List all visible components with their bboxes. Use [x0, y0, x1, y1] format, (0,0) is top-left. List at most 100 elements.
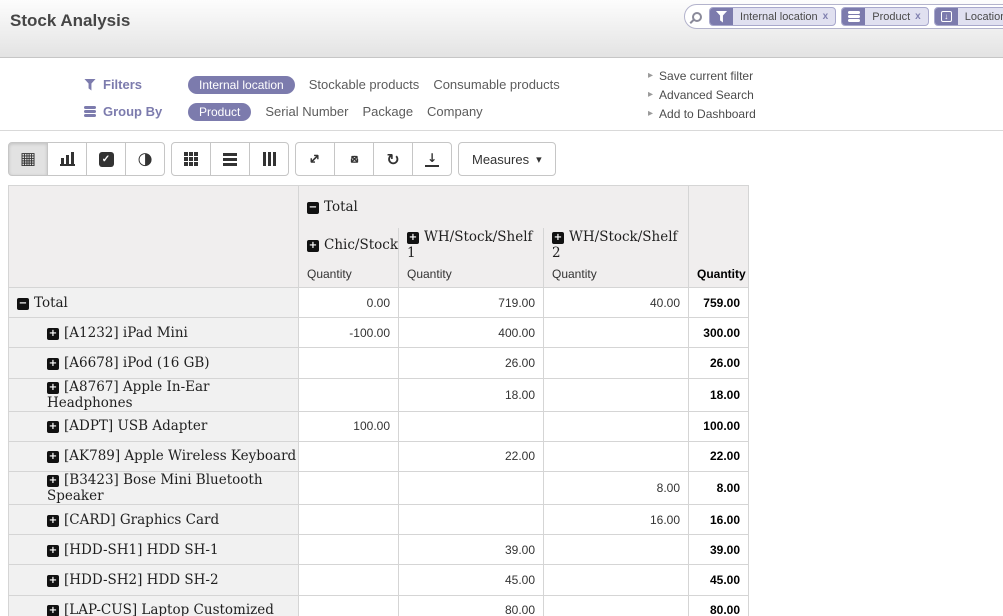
filters-label: Filters: [84, 77, 188, 92]
expand-icon[interactable]: +: [47, 545, 59, 557]
check-square-icon: ✓: [99, 152, 114, 167]
pivot-col-header-wh-stock-shelf-1[interactable]: +WH/Stock/Shelf 1: [399, 228, 544, 262]
expand-icon[interactable]: +: [307, 240, 319, 252]
group-by-icon: [848, 11, 860, 14]
facet-label: Internal locationx: [733, 8, 835, 25]
pivot-cell: 0.00: [299, 288, 399, 318]
pivot-row-header-ak789-apple-wireless-keyboard[interactable]: +[AK789] Apple Wireless Keyboard: [9, 441, 299, 471]
pivot-row-header-a1232-ipad-mini[interactable]: +[A1232] iPad Mini: [9, 318, 299, 348]
bar-chart-icon: [60, 152, 75, 166]
pivot-row-header-hdd-sh2-hdd-sh-2[interactable]: +[HDD-SH2] HDD SH-2: [9, 565, 299, 595]
top-bar: Stock Analysis Internal locationxProduct…: [0, 0, 1003, 58]
search-facets: Internal locationx Productx ↓Locationx: [709, 7, 1003, 26]
search-facet-product[interactable]: Productx: [841, 7, 928, 26]
pivot-row-header-a8767-apple-in-ear-headphones[interactable]: +[A8767] Apple In-Ear Headphones: [9, 378, 299, 411]
horizontal-lines-icon: [223, 153, 237, 166]
search-facet-location[interactable]: ↓Locationx: [934, 7, 1003, 26]
expand-icon[interactable]: +: [47, 605, 59, 616]
measures-group: Measures ▾: [458, 142, 556, 176]
download-button[interactable]: ↓: [412, 142, 452, 176]
check-square-button[interactable]: ✓: [86, 142, 126, 176]
pivot-total-cell: 100.00: [689, 411, 749, 441]
pivot-col-header-wh-stock-shelf-2[interactable]: +WH/Stock/Shelf 2: [544, 228, 689, 262]
pivot-cell: [544, 535, 689, 565]
arrows-alt-icon: ↔↔: [346, 151, 363, 168]
pivot-cell: [544, 565, 689, 595]
pivot-row-header-total[interactable]: −Total: [9, 288, 299, 318]
triangle-bullet-icon: ▸: [648, 89, 653, 100]
pivot-row-header-b3423-bose-mini-bluetooth-speaker[interactable]: +[B3423] Bose Mini Bluetooth Speaker: [9, 471, 299, 504]
filter-item-stockable-products[interactable]: Stockable products: [309, 77, 420, 92]
pivot-row-hdd-sh1-hdd-sh-1: +[HDD-SH1] HDD SH-139.0039.00: [9, 535, 749, 565]
pivot-cell: [299, 565, 399, 595]
expand-all-button[interactable]: ↔↔: [334, 142, 374, 176]
expand-icon[interactable]: +: [407, 232, 419, 244]
pivot-view-button[interactable]: ▦: [8, 142, 48, 176]
expand-icon[interactable]: +: [47, 358, 59, 370]
expand-icon[interactable]: +: [47, 382, 59, 394]
facet-remove-button[interactable]: x: [915, 11, 921, 22]
filter-item-package[interactable]: Package: [362, 104, 413, 119]
add-to-dashboard-link[interactable]: ▸Add to Dashboard: [648, 104, 756, 123]
filter-funnel-icon: [716, 11, 728, 23]
rows-button[interactable]: [210, 142, 250, 176]
pivot-cell: 8.00: [544, 471, 689, 504]
facet-label: Locationx: [958, 8, 1003, 25]
pivot-total-cell: 8.00: [689, 471, 749, 504]
filter-item-serial-number[interactable]: Serial Number: [265, 104, 348, 119]
triangle-bullet-icon: ▸: [648, 70, 653, 81]
measures-button[interactable]: Measures ▾: [458, 142, 556, 176]
pivot-col-header-chic-stock[interactable]: +Chic/Stock: [299, 228, 399, 262]
pivot-row-header-hdd-sh1-hdd-sh-1[interactable]: +[HDD-SH1] HDD SH-1: [9, 535, 299, 565]
save-current-filter-link[interactable]: ▸Save current filter: [648, 66, 756, 85]
expand-icon[interactable]: +: [47, 575, 59, 587]
filter-item-consumable-products[interactable]: Consumable products: [433, 77, 559, 92]
expand-button[interactable]: ↔: [295, 142, 335, 176]
pivot-cell: [299, 348, 399, 378]
expand-icon[interactable]: +: [47, 451, 59, 463]
collapse-icon[interactable]: −: [17, 298, 29, 310]
pivot-cell: 100.00: [299, 411, 399, 441]
search-bar[interactable]: Internal locationx Productx ↓Locationx: [684, 4, 1003, 29]
group-by-label: Group By: [84, 104, 188, 119]
filter-item-product[interactable]: Product: [188, 103, 251, 121]
pivot-row-header-a6678-ipod-16-gb[interactable]: +[A6678] iPod (16 GB): [9, 348, 299, 378]
filter-item-company[interactable]: Company: [427, 104, 483, 119]
columns-button[interactable]: [249, 142, 289, 176]
pivot-row-header-card-graphics-card[interactable]: +[CARD] Graphics Card: [9, 504, 299, 534]
refresh-button[interactable]: ↻: [373, 142, 413, 176]
advanced-search-link[interactable]: ▸Advanced Search: [648, 85, 756, 104]
expand-icon[interactable]: +: [47, 328, 59, 340]
filter-item-internal-location[interactable]: Internal location: [188, 76, 295, 94]
pivot-cell: 39.00: [399, 535, 544, 565]
pivot-total-cell: 300.00: [689, 318, 749, 348]
pivot-row-header-lap-cus-laptop-customized[interactable]: +[LAP-CUS] Laptop Customized: [9, 595, 299, 616]
expand-icon[interactable]: +: [47, 515, 59, 527]
grid-button[interactable]: [171, 142, 211, 176]
pivot-row-total: −Total0.00719.0040.00759.00: [9, 288, 749, 318]
bar-chart-button[interactable]: [47, 142, 87, 176]
measure-header: Quantity: [544, 262, 689, 288]
expand-icon[interactable]: +: [47, 421, 59, 433]
vertical-bars-icon: [263, 152, 276, 166]
pivot-cell: [299, 595, 399, 616]
pivot-cell: 80.00: [399, 595, 544, 616]
pivot-row-a6678-ipod-16-gb: +[A6678] iPod (16 GB)26.0026.00: [9, 348, 749, 378]
pivot-total-cell: 759.00: [689, 288, 749, 318]
pivot-row-ak789-apple-wireless-keyboard: +[AK789] Apple Wireless Keyboard22.0022.…: [9, 441, 749, 471]
pivot-col-header-total[interactable]: −Total: [299, 186, 689, 228]
pivot-cell: 45.00: [399, 565, 544, 595]
adjust-contrast-button[interactable]: ◑: [125, 142, 165, 176]
search-facet-internal-location[interactable]: Internal locationx: [709, 7, 836, 26]
pivot-cell: [299, 504, 399, 534]
pivot-row-adpt-usb-adapter: +[ADPT] USB Adapter100.00100.00: [9, 411, 749, 441]
pivot-total-cell: 22.00: [689, 441, 749, 471]
search-options-panel: FiltersInternal location Stockable produc…: [0, 58, 1003, 131]
collapse-icon[interactable]: −: [307, 202, 319, 214]
pivot-row-header-adpt-usb-adapter[interactable]: +[ADPT] USB Adapter: [9, 411, 299, 441]
expand-icon[interactable]: +: [47, 475, 59, 487]
expand-icon[interactable]: +: [552, 232, 564, 244]
filter-funnel-icon: [84, 79, 96, 91]
facet-remove-button[interactable]: x: [823, 11, 829, 22]
expand-diagonal-icon: ↔: [305, 149, 325, 169]
